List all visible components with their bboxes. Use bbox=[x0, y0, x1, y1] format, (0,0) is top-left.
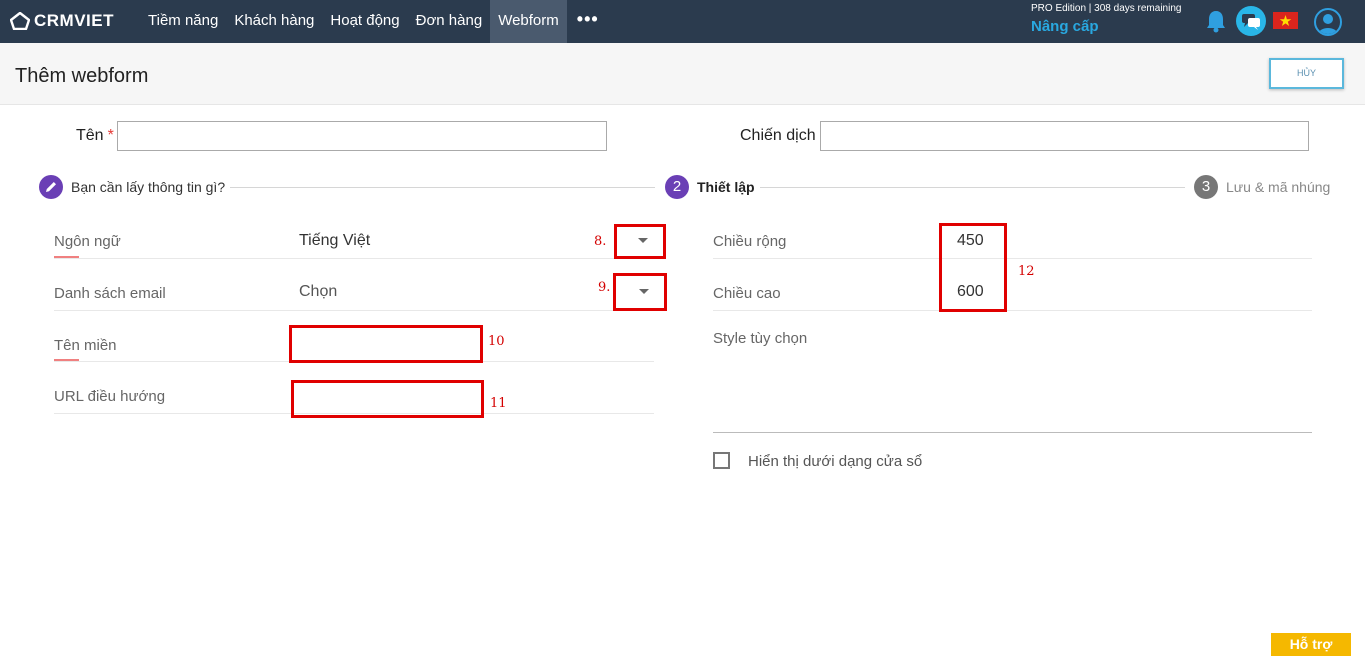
language-label: Ngôn ngữ bbox=[54, 233, 121, 250]
logo-text: CRMVIET bbox=[34, 11, 114, 30]
chat-bubbles-icon bbox=[1242, 14, 1260, 30]
email-list-dropdown-caret-icon[interactable] bbox=[639, 289, 649, 294]
step-3-number[interactable]: 3 bbox=[1194, 175, 1218, 199]
crmviet-logo[interactable]: CRMVIET bbox=[10, 9, 114, 33]
upgrade-link[interactable]: Nâng cấp bbox=[1031, 18, 1099, 35]
cancel-button[interactable]: HỦY bbox=[1269, 58, 1344, 89]
chat-icon[interactable] bbox=[1236, 6, 1266, 36]
edition-info: PRO Edition | 308 days remaining bbox=[1031, 3, 1182, 14]
annotation-8: 8. bbox=[594, 234, 607, 249]
logo-icon bbox=[10, 12, 30, 30]
language-dropdown-caret-icon[interactable] bbox=[638, 238, 648, 243]
user-silhouette-icon bbox=[1318, 14, 1338, 34]
more-menu-icon[interactable]: ••• bbox=[567, 0, 609, 43]
language-underline bbox=[54, 258, 664, 259]
domain-label: Tên miền bbox=[54, 337, 117, 354]
nav-item-webform[interactable]: Webform bbox=[490, 0, 567, 43]
step-2-number[interactable]: 2 bbox=[665, 175, 689, 199]
step-connector-1 bbox=[230, 187, 655, 188]
campaign-label: Chiến dịch bbox=[740, 127, 816, 144]
notification-bell-icon[interactable] bbox=[1205, 9, 1227, 33]
custom-style-label: Style tùy chọn bbox=[713, 330, 808, 347]
page-title: Thêm webform bbox=[15, 65, 149, 87]
language-value[interactable]: Tiếng Việt bbox=[299, 232, 370, 250]
step-2-label[interactable]: Thiết lập bbox=[697, 179, 755, 195]
annotation-10: 10 bbox=[488, 334, 505, 349]
nav-item-leads[interactable]: Tiềm năng bbox=[140, 0, 226, 43]
width-label: Chiều rộng bbox=[713, 233, 787, 250]
annotation-12: 12 bbox=[1018, 264, 1035, 279]
step-1-label[interactable]: Bạn cần lấy thông tin gì? bbox=[71, 179, 225, 195]
email-list-value[interactable]: Chọn bbox=[299, 283, 337, 301]
annotation-9: 9. bbox=[598, 280, 611, 295]
step-1-edit-icon[interactable] bbox=[39, 175, 63, 199]
user-avatar-icon[interactable] bbox=[1314, 8, 1342, 36]
height-label: Chiều cao bbox=[713, 285, 781, 302]
popup-checkbox[interactable] bbox=[713, 452, 730, 469]
annotation-11: 11 bbox=[490, 396, 507, 411]
step-connector-2 bbox=[760, 187, 1185, 188]
width-underline bbox=[713, 258, 1312, 259]
name-label-text: Tên bbox=[76, 127, 104, 144]
nav-item-customers[interactable]: Khách hàng bbox=[226, 0, 322, 43]
redirect-url-input[interactable] bbox=[291, 380, 484, 418]
support-button[interactable]: Hỗ trợ bbox=[1271, 633, 1351, 656]
nav-item-activities[interactable]: Hoạt động bbox=[322, 0, 407, 43]
name-label: Tên * bbox=[76, 127, 114, 145]
name-input[interactable] bbox=[117, 121, 607, 151]
step-3-label[interactable]: Lưu & mã nhúng bbox=[1226, 179, 1330, 195]
custom-style-textarea[interactable] bbox=[713, 432, 1312, 433]
email-list-label: Danh sách email bbox=[54, 285, 166, 302]
domain-input[interactable] bbox=[289, 325, 483, 363]
height-underline bbox=[713, 310, 1312, 311]
flag-star-icon bbox=[1279, 15, 1292, 26]
popup-label[interactable]: Hiển thị dưới dạng cửa sổ bbox=[748, 453, 922, 470]
vietnam-flag-icon[interactable] bbox=[1273, 12, 1298, 29]
annotation-box-12 bbox=[939, 223, 1007, 312]
top-navbar: CRMVIET Tiềm năng Khách hàng Hoạt động Đ… bbox=[0, 0, 1365, 43]
main-nav: Tiềm năng Khách hàng Hoạt động Đơn hàng … bbox=[140, 0, 609, 43]
page-header: Thêm webform HỦY bbox=[0, 43, 1365, 105]
required-mark: * bbox=[107, 127, 114, 144]
redirect-url-label: URL điều hướng bbox=[54, 388, 166, 405]
pencil-icon bbox=[46, 182, 56, 192]
email-list-underline bbox=[54, 310, 664, 311]
campaign-input[interactable] bbox=[820, 121, 1309, 151]
nav-item-orders[interactable]: Đơn hàng bbox=[408, 0, 491, 43]
